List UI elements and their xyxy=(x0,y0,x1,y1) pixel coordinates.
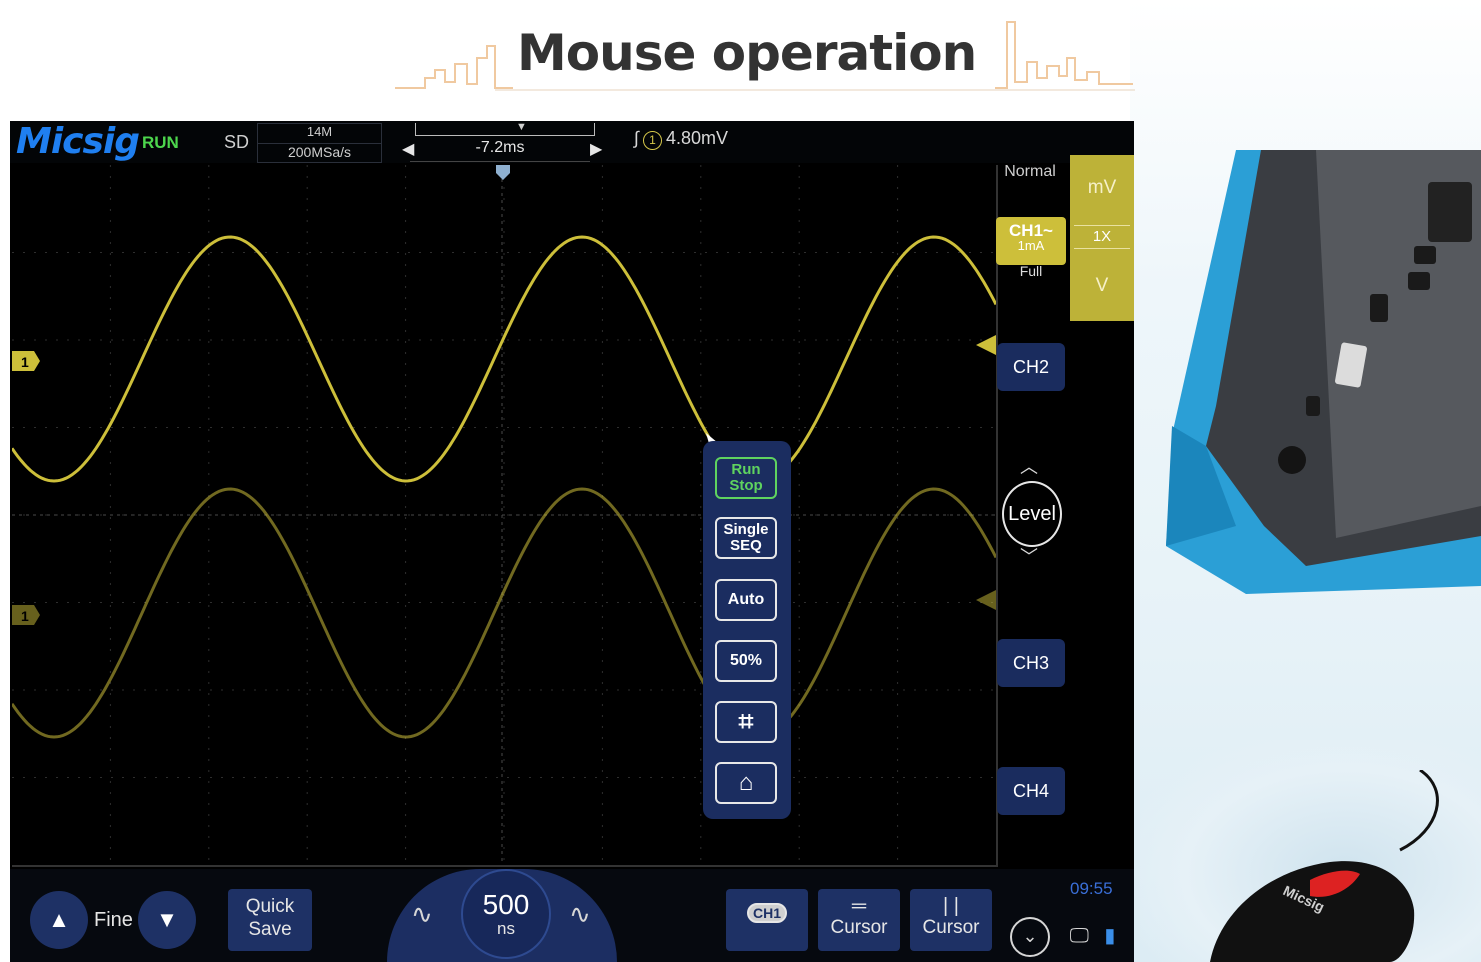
trigger-position-icon: ▼ xyxy=(516,121,527,133)
fifty-percent-button[interactable]: 50% xyxy=(715,640,777,682)
ch1-button[interactable]: CH1~ 1mA xyxy=(996,217,1066,265)
timebase-expand-icon[interactable]: ∿ xyxy=(411,899,433,930)
delay-right-icon[interactable]: ▶ xyxy=(590,139,602,159)
run-stop-button[interactable]: Run Stop xyxy=(715,457,777,499)
quick-label: Quick xyxy=(245,896,295,917)
trigger-mode[interactable]: Normal xyxy=(1000,163,1060,181)
quick-save-button[interactable]: Quick Save xyxy=(228,889,312,951)
timebase-unit: ns xyxy=(497,919,515,938)
memory-position-bar[interactable]: ▼ xyxy=(415,121,595,136)
bottom-toolbar: ▲ Fine ▼ Quick Save ∿ 500 ns ∿ CH1 ═ Cur… xyxy=(10,869,1134,962)
brand-logo: Micsig xyxy=(16,121,140,162)
ch1-marker-label: 1 xyxy=(21,354,29,370)
ch1-reference-waveform xyxy=(12,487,996,739)
acquisition-info[interactable]: 14M 200MSa/s xyxy=(257,123,382,163)
delay-value: -7.2ms xyxy=(475,139,525,156)
scale-mv-button[interactable]: mV xyxy=(1070,177,1134,199)
save-label: Save xyxy=(248,919,292,940)
waveform-display[interactable]: 11 xyxy=(12,165,998,867)
single-seq-button[interactable]: Single SEQ xyxy=(715,517,777,559)
ch1-waveform xyxy=(12,235,996,483)
ch1-ref-marker-label: 1 xyxy=(21,608,29,624)
vertical-cursor-icon: | | xyxy=(943,895,959,917)
display-icon: 🖵 xyxy=(1069,925,1089,948)
channel-select-button[interactable]: CH1 xyxy=(726,889,808,951)
trigger-info[interactable]: ∫ 1 4.80mV xyxy=(634,128,728,150)
ch1-scale: 1mA xyxy=(1017,238,1045,253)
stop-label: Stop xyxy=(729,477,763,494)
waveform-canvas[interactable]: 11 xyxy=(12,165,996,865)
ch4-button[interactable]: CH4 xyxy=(997,767,1065,815)
trigger-level-ref-marker xyxy=(976,590,996,610)
timebase-compress-icon[interactable]: ∿ xyxy=(569,899,591,930)
page-title: Mouse operation xyxy=(517,24,977,82)
chevron-down-icon[interactable]: ⌄ xyxy=(1010,917,1050,957)
trigger-position-marker xyxy=(496,165,510,180)
clock: 09:55 xyxy=(1070,879,1113,898)
battery-icon: ▮ xyxy=(1104,925,1116,948)
ch1-chip: CH1 xyxy=(746,903,787,923)
run-label: Run xyxy=(731,461,761,478)
grid-icon[interactable]: ⌗ xyxy=(715,701,777,743)
horizontal-cursor-button[interactable]: ═ Cursor xyxy=(818,889,900,951)
ch3-button[interactable]: CH3 xyxy=(997,639,1065,687)
single-label: Single xyxy=(723,521,769,538)
level-down-icon[interactable]: ﹀ xyxy=(1020,543,1038,569)
cursor-h-label: Cursor xyxy=(830,917,888,938)
horizontal-cursor-icon: ═ xyxy=(851,895,867,917)
title-banner: Mouse operation xyxy=(395,18,1135,98)
horizontal-delay[interactable]: -7.2ms xyxy=(410,137,590,162)
vertical-scale-panel[interactable]: mV 1X V xyxy=(1070,155,1134,321)
ch2-button[interactable]: CH2 xyxy=(997,343,1065,391)
system-status: ⌄ 🖵 ▮ xyxy=(1010,917,1130,957)
vertical-cursor-button[interactable]: | | Cursor xyxy=(910,889,992,951)
scale-v-button[interactable]: V xyxy=(1070,275,1134,297)
ch1-bandwidth: Full xyxy=(1019,263,1043,279)
timebase-dial[interactable]: ∿ 500 ns ∿ xyxy=(387,869,617,962)
trigger-source-badge: 1 xyxy=(642,131,662,150)
trigger-level-knob[interactable]: Level xyxy=(1002,481,1062,547)
trigger-level-marker xyxy=(976,335,996,355)
fine-label[interactable]: Fine xyxy=(94,909,133,932)
floating-menu: Run Stop Single SEQ Auto 50% ⌗ ⌂ xyxy=(703,441,791,819)
auto-button[interactable]: Auto xyxy=(715,579,777,621)
home-icon[interactable]: ⌂ xyxy=(715,762,777,804)
seq-label: SEQ xyxy=(730,537,762,554)
fine-down-icon[interactable]: ▼ xyxy=(138,891,196,949)
trigger-level: 4.80mV xyxy=(665,128,728,148)
oscilloscope-device-photo xyxy=(1166,150,1481,594)
fine-up-icon[interactable]: ▲ xyxy=(30,891,88,949)
acquisition-resolution[interactable]: SD xyxy=(224,132,249,153)
mouse-photo: Micsig xyxy=(1210,770,1439,962)
oscilloscope-screen: Micsig RUN SD 14M 200MSa/s ▼ ◀ -7.2ms ▶ … xyxy=(10,121,1134,962)
probe-ratio[interactable]: 1X xyxy=(1074,225,1130,249)
rising-edge-icon: ∫ xyxy=(634,128,639,148)
status-bar: Micsig RUN SD 14M 200MSa/s ▼ ◀ -7.2ms ▶ … xyxy=(10,121,1134,163)
level-up-icon[interactable]: ︿ xyxy=(1020,453,1038,479)
run-status[interactable]: RUN xyxy=(142,133,179,153)
timebase-value: 500 xyxy=(482,889,530,920)
sample-rate: 200MSa/s xyxy=(287,144,352,160)
timebase-knob[interactable]: 500 ns xyxy=(461,869,551,959)
memory-depth: 14M xyxy=(306,124,333,139)
cursor-v-label: Cursor xyxy=(922,917,980,938)
